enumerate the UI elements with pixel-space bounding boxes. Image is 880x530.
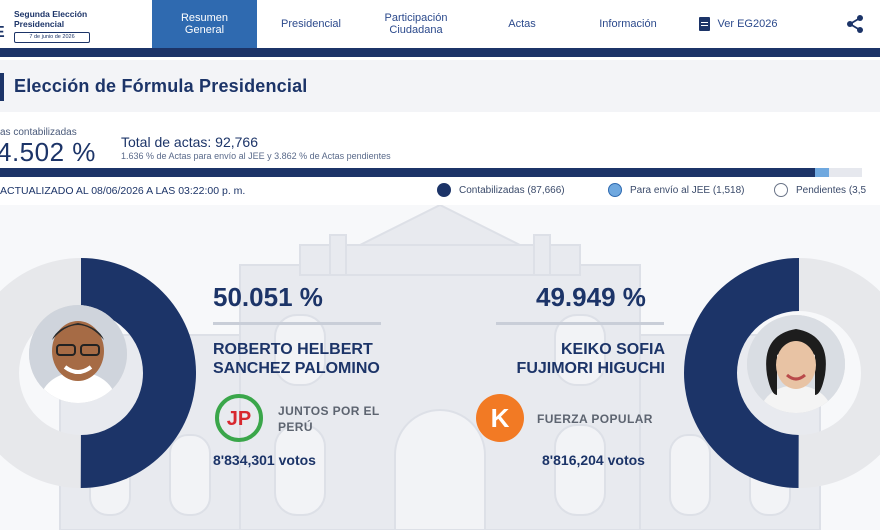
- juntos-por-el-peru-logo: JP: [215, 394, 263, 442]
- party-logo-text: JP: [227, 408, 251, 430]
- top-navigation-bar: E Segunda Elección Presidencial 7 de jun…: [0, 0, 880, 48]
- candidate-1-party: JUNTOS POR EL PERÚ: [278, 403, 380, 435]
- party-line: PERÚ: [278, 420, 313, 434]
- share-icon[interactable]: [845, 14, 865, 34]
- counting-progress-bar: [0, 168, 862, 177]
- tab-label: Resumen General: [180, 12, 229, 36]
- legend-dot-white: [774, 183, 788, 197]
- legend-label: Contabilizadas (87,666): [459, 184, 565, 196]
- name-line: SANCHEZ PALOMINO: [213, 360, 380, 377]
- name-line: ROBERTO HELBERT: [213, 341, 373, 358]
- legend-label: Para envío al JEE (1,518): [630, 184, 745, 196]
- candidate-1-votes: 8'834,301 votos: [213, 452, 316, 468]
- counted-percentage: 4.502 %: [0, 137, 96, 167]
- brand-logo[interactable]: E Segunda Elección Presidencial 7 de jun…: [0, 4, 150, 44]
- candidate-2-divider: [496, 322, 664, 325]
- tab-presidencial[interactable]: Presidencial: [268, 0, 354, 48]
- brand-title: Segunda Elección Presidencial: [14, 9, 88, 29]
- progress-counted: [0, 168, 815, 177]
- fuerza-popular-logo: K: [476, 394, 524, 442]
- tab-label: Presidencial: [281, 18, 341, 30]
- legend-dot-lightblue: [608, 183, 622, 197]
- tab-participacion-ciudadana[interactable]: Participación Ciudadana: [370, 0, 462, 48]
- tab-resumen-general[interactable]: Resumen General: [152, 0, 257, 48]
- legend-jee: Para envío al JEE (1,518): [608, 183, 745, 197]
- party-line: FUERZA POPULAR: [537, 412, 653, 426]
- document-icon: [698, 17, 710, 31]
- legend-contabilizadas: Contabilizadas (87,666): [437, 183, 565, 197]
- progress-jee: [814, 168, 829, 177]
- name-line: KEIKO SOFIA: [560, 341, 665, 358]
- candidate-2-party: FUERZA POPULAR: [537, 411, 653, 427]
- candidate-1-divider: [213, 322, 381, 325]
- brand-mark: E: [0, 24, 5, 42]
- candidate-2-name: KEIKO SOFIA FUJIMORI HIGUCHI: [490, 340, 665, 378]
- candidate-1-photo: [29, 305, 127, 403]
- tab-ver-eg2026[interactable]: Ver EG2026: [688, 0, 788, 48]
- page-title: Elección de Fórmula Presidencial: [14, 76, 308, 96]
- tab-label: Participación Ciudadana: [384, 12, 448, 36]
- candidate-2-percentage: 49.949 %: [536, 282, 646, 312]
- tab-actas[interactable]: Actas: [492, 0, 552, 48]
- candidate-1-percentage: 50.051 %: [213, 282, 323, 312]
- candidate-2-votes: 8'816,204 votos: [542, 452, 645, 468]
- candidate-1-name: ROBERTO HELBERT SANCHEZ PALOMINO: [213, 340, 380, 378]
- tab-label: Ver EG2026: [717, 18, 778, 30]
- party-logo-text: K: [491, 403, 510, 433]
- legend-label: Pendientes (3,5: [796, 184, 867, 196]
- legend-dot-navy: [437, 183, 451, 197]
- header-divider: [0, 48, 880, 57]
- candidate-2-photo: [747, 315, 845, 413]
- name-line: FUJIMORI HIGUCHI: [516, 360, 665, 377]
- actas-breakdown: 1.636 % de Actas para envío al JEE y 3.8…: [121, 151, 391, 161]
- legend-pendientes: Pendientes (3,5: [774, 183, 866, 197]
- last-updated: ACTUALIZADO AL 08/06/2026 A LAS 03:22:00…: [0, 185, 246, 197]
- total-actas: Total de actas: 92,766: [121, 134, 258, 150]
- tab-label: Información: [599, 18, 657, 30]
- section-marker: [0, 73, 4, 101]
- tab-informacion[interactable]: Información: [584, 0, 672, 48]
- party-line: JUNTOS POR EL: [278, 404, 380, 418]
- brand-date: 7 de junio de 2026: [14, 32, 90, 43]
- tab-label: Actas: [508, 18, 536, 30]
